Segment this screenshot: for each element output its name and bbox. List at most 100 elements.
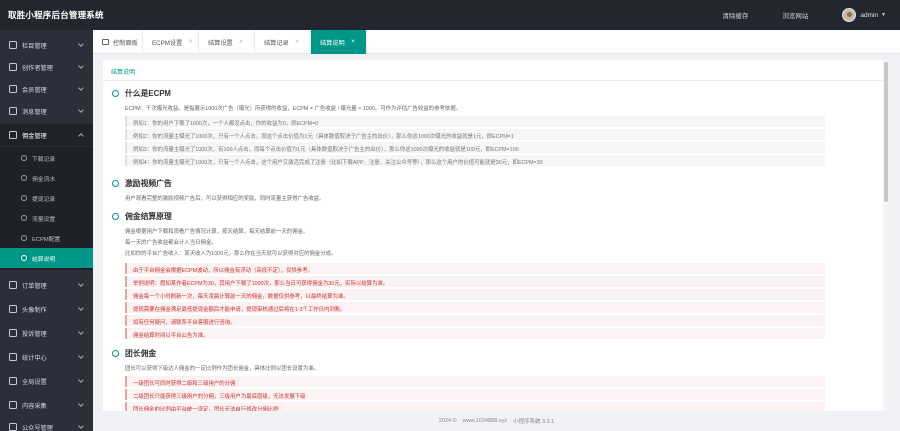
chevron-down-icon bbox=[78, 305, 84, 311]
principle-note: 由于平台佣金会根据ECPM波动，所以佣金有浮动（高低不定），仅供参考。 bbox=[125, 263, 825, 274]
sidebar-item-commission[interactable]: 佣金管理 bbox=[0, 124, 93, 146]
ecpm-example: 例如3：你的流量主曝光了1000次，有100人点击，而每个点击价值为1元（具体数… bbox=[125, 142, 825, 153]
user-name[interactable]: admin bbox=[860, 12, 878, 19]
app-title: 取胜小程序后台管理系统 bbox=[8, 10, 104, 20]
sidebar-item-label: 统计中心 bbox=[22, 354, 47, 362]
sidebar-subitem-traffic-settings[interactable]: 流量设置 bbox=[0, 208, 93, 228]
tab-label: 结算说明 bbox=[320, 39, 345, 47]
chart-icon bbox=[9, 353, 17, 361]
tab-settlement-records[interactable]: 结算记录 ✕ bbox=[255, 30, 311, 54]
list-icon bbox=[21, 195, 27, 201]
chevron-down-icon bbox=[78, 281, 84, 287]
circle-icon bbox=[112, 213, 119, 220]
section-heading-leader-commission: 团长佣金 bbox=[112, 348, 156, 359]
section-heading-text: 团长佣金 bbox=[125, 349, 157, 358]
circle-icon bbox=[112, 180, 119, 187]
section-heading-text: 什么是ECPM bbox=[125, 89, 171, 98]
circle-icon bbox=[112, 90, 119, 97]
top-bar: 取胜小程序后台管理系统 清除缓存 浏览网站 admin ▼ bbox=[0, 0, 900, 30]
section-heading-ecpm: 什么是ECPM bbox=[112, 88, 171, 99]
close-icon[interactable]: ✕ bbox=[188, 39, 193, 45]
sidebar-item-label: 会员管理 bbox=[22, 86, 47, 94]
section-heading-text: 激励视频广告 bbox=[125, 179, 172, 188]
sidebar-item-label: 内容采集 bbox=[22, 402, 47, 410]
clear-cache-link[interactable]: 清除缓存 bbox=[722, 10, 748, 20]
principle-note: 提现需要在佣金满足最低提现金额后才能申请，提现审核通过后将在1-3个工作日内到账… bbox=[125, 302, 825, 313]
chevron-down-icon[interactable]: ▼ bbox=[881, 12, 886, 18]
chevron-down-icon bbox=[78, 85, 84, 91]
sidebar-item-official-account[interactable]: 公众号管理 bbox=[0, 416, 93, 431]
sidebar-item-creator[interactable]: 创作者管理 bbox=[0, 56, 93, 78]
section-heading-reward-video: 激励视频广告 bbox=[112, 178, 172, 189]
tab-ecpm-settings[interactable]: ECPM设置 ✕ bbox=[143, 30, 199, 54]
tab-settlement-settings[interactable]: 结算设置 ✕ bbox=[199, 30, 255, 54]
sidebar-subitem-label: ECPM配置 bbox=[32, 236, 61, 243]
sidebar-item-content-collect[interactable]: 内容采集 bbox=[0, 394, 93, 416]
section-heading-commission-principle: 佣金结算原理 bbox=[112, 211, 172, 222]
ecpm-example: 例如2：你的流量主曝光了1000次，只有一个人点击，而这个点击价值为1元（具体数… bbox=[125, 129, 825, 140]
sidebar-item-message[interactable]: 消息管理 bbox=[0, 100, 93, 122]
sidebar-item-label: 头像制作 bbox=[22, 306, 47, 314]
sidebar-item-statistics[interactable]: 统计中心 bbox=[0, 346, 93, 368]
close-icon[interactable]: ✕ bbox=[239, 39, 244, 45]
download-icon bbox=[9, 401, 17, 409]
circle-icon bbox=[112, 350, 119, 357]
sidebar-item-global-settings[interactable]: 全局设置 bbox=[0, 370, 93, 392]
tab-settlement-notes[interactable]: 结算说明 ✕ bbox=[311, 30, 367, 54]
users-icon bbox=[9, 85, 17, 93]
chevron-down-icon bbox=[78, 329, 84, 335]
sidebar-item-avatar-make[interactable]: 头像制作 bbox=[0, 298, 93, 320]
section-heading-text: 佣金结算原理 bbox=[125, 212, 172, 221]
tab-label: ECPM设置 bbox=[152, 39, 183, 47]
footer-year: 2024 © bbox=[438, 418, 457, 424]
chevron-down-icon bbox=[78, 423, 84, 429]
principle-line: 每一天的广告收益都会计入当日佣金。 bbox=[125, 240, 217, 246]
sidebar-item-orders[interactable]: 订单管理 bbox=[0, 274, 93, 296]
sidebar-subitem-download-records[interactable]: 下载记录 bbox=[0, 148, 93, 168]
gear-icon bbox=[9, 377, 17, 385]
chevron-down-icon bbox=[78, 63, 84, 69]
sidebar-item-complaints[interactable]: 投诉管理 bbox=[0, 322, 93, 344]
chevron-down-icon bbox=[78, 353, 84, 359]
image-icon bbox=[9, 305, 17, 313]
chevron-down-icon bbox=[78, 377, 84, 383]
tab-dashboard[interactable]: 控制面板 bbox=[93, 30, 143, 54]
sidebar-item-member[interactable]: 会员管理 bbox=[0, 78, 93, 100]
sidebar-item-label: 佣金管理 bbox=[22, 132, 47, 140]
footer: 2024 © www.1024888.xyz 小程序系统 3.2.1 bbox=[93, 411, 900, 431]
footer-site[interactable]: www.1024888.xyz bbox=[463, 418, 507, 424]
list-icon bbox=[21, 255, 27, 261]
flag-icon bbox=[9, 329, 17, 337]
message-icon bbox=[9, 107, 17, 115]
sidebar-item-label: 创作者管理 bbox=[22, 64, 53, 72]
sidebar-item-label: 全局设置 bbox=[22, 378, 47, 386]
scrollbar-thumb[interactable] bbox=[884, 62, 888, 202]
chevron-down-icon bbox=[78, 107, 84, 113]
ecpm-example: 例如1：你的用户下载了1000次，一个人都没点击，你的收益为0，即ECPM=0 bbox=[125, 116, 825, 127]
sidebar-subitem-settlement-notes[interactable]: 结算说明 bbox=[0, 248, 93, 268]
sidebar-subitem-label: 结算说明 bbox=[32, 256, 56, 263]
tab-label: 结算设置 bbox=[208, 39, 233, 47]
user-icon bbox=[9, 63, 17, 71]
content-panel: 结算说明 什么是ECPM ECPM：千次曝光收益。是指展示1000次广告（曝光）… bbox=[103, 60, 889, 411]
tab-bar: 控制面板 ECPM设置 ✕ 结算设置 ✕ 结算记录 ✕ 结算说明 ✕ bbox=[93, 30, 900, 54]
close-icon[interactable]: ✕ bbox=[295, 39, 300, 45]
wechat-icon bbox=[9, 423, 17, 431]
sidebar-subitem-commission-flow[interactable]: 佣金流水 bbox=[0, 168, 93, 188]
leader-note: 二级团长只能获得三级用户的分佣，三级用户为最底层级，无法发展下级 bbox=[125, 389, 825, 400]
scrollbar[interactable] bbox=[883, 60, 889, 411]
leader-note: 一级团长可同时获得二级和三级用户的分佣 bbox=[125, 376, 825, 387]
sidebar-item-label: 消息管理 bbox=[22, 108, 47, 116]
sidebar-subitem-withdraw-records[interactable]: 提现记录 bbox=[0, 188, 93, 208]
sidebar-item-column[interactable]: 栏目管理 bbox=[0, 34, 93, 56]
home-icon bbox=[102, 39, 109, 45]
principle-line: 比如你的平台广告收入：某天收入为1000元，那么你在当天就可以获得对应的佣金分成… bbox=[125, 251, 337, 257]
sidebar-subitem-ecpm-config[interactable]: ECPM配置 bbox=[0, 228, 93, 248]
browse-site-link[interactable]: 浏览网站 bbox=[782, 10, 808, 20]
close-icon[interactable]: ✕ bbox=[351, 39, 356, 45]
reward-video-text: 用户观看完整的激励视频广告后，可以获得相应的奖励，同时流量主获得广告收益。 bbox=[125, 196, 325, 202]
footer-system: 小程序系统 3.2.1 bbox=[512, 419, 555, 425]
sidebar-subitem-label: 佣金流水 bbox=[32, 176, 56, 183]
avatar[interactable] bbox=[842, 8, 857, 22]
list-icon bbox=[21, 175, 27, 181]
